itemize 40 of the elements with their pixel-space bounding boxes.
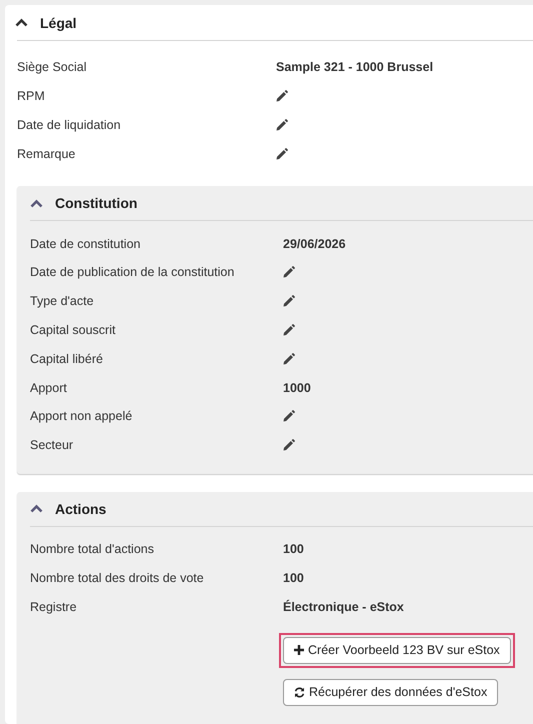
field-label: Siège Social — [17, 60, 88, 74]
field-label: Type d'acte — [30, 294, 95, 308]
field-value: 100 — [283, 542, 304, 556]
field-label: Capital souscrit — [30, 322, 116, 337]
pencil-icon[interactable] — [276, 90, 288, 102]
field-label: RPM — [17, 89, 46, 104]
field-label: Registre — [30, 600, 78, 614]
pencil-icon[interactable] — [283, 324, 295, 336]
field-value: 1000 — [283, 380, 311, 395]
field-value: 100 — [283, 570, 304, 585]
action-button[interactable]: Récupérer des données d'eStox — [283, 678, 498, 706]
pencil-icon[interactable] — [283, 295, 295, 308]
field-label: Secteur — [30, 438, 74, 452]
chevron-up-icon[interactable] — [30, 504, 43, 514]
chevron-up-icon[interactable] — [15, 18, 28, 27]
subsection-title: Constitution — [55, 195, 138, 212]
refresh-icon — [294, 686, 305, 698]
field-value: Électronique - eStox — [283, 600, 404, 614]
plus-icon — [294, 645, 304, 656]
section-title: Légal — [40, 14, 77, 30]
field-value: Sample 321 - 1000 Brussel — [276, 60, 434, 74]
field-label: Nombre total des droits de vote — [30, 570, 205, 585]
field-label: Remarque — [17, 146, 76, 161]
subsection-title: Actions — [55, 500, 106, 517]
field-label: Apport non appelé — [30, 409, 134, 424]
pencil-icon[interactable] — [276, 118, 288, 131]
field-label: Nombre total d'actions — [30, 542, 155, 556]
action-button[interactable]: Créer Voorbeeld 123 BV sur eStox — [283, 636, 511, 664]
pencil-icon[interactable] — [283, 439, 295, 452]
pencil-icon[interactable] — [283, 410, 295, 422]
pencil-icon[interactable] — [283, 352, 295, 365]
field-label: Date de publication de la constitution — [30, 265, 236, 280]
chevron-up-icon[interactable] — [30, 198, 43, 208]
field-value: 29/06/2026 — [283, 236, 346, 251]
field-label: Date de liquidation — [17, 118, 122, 132]
field-label: Date de constitution — [30, 236, 142, 251]
pencil-icon[interactable] — [276, 148, 288, 160]
field-label: Apport — [30, 380, 68, 395]
pencil-icon[interactable] — [283, 266, 295, 278]
field-label: Capital libéré — [30, 352, 104, 366]
